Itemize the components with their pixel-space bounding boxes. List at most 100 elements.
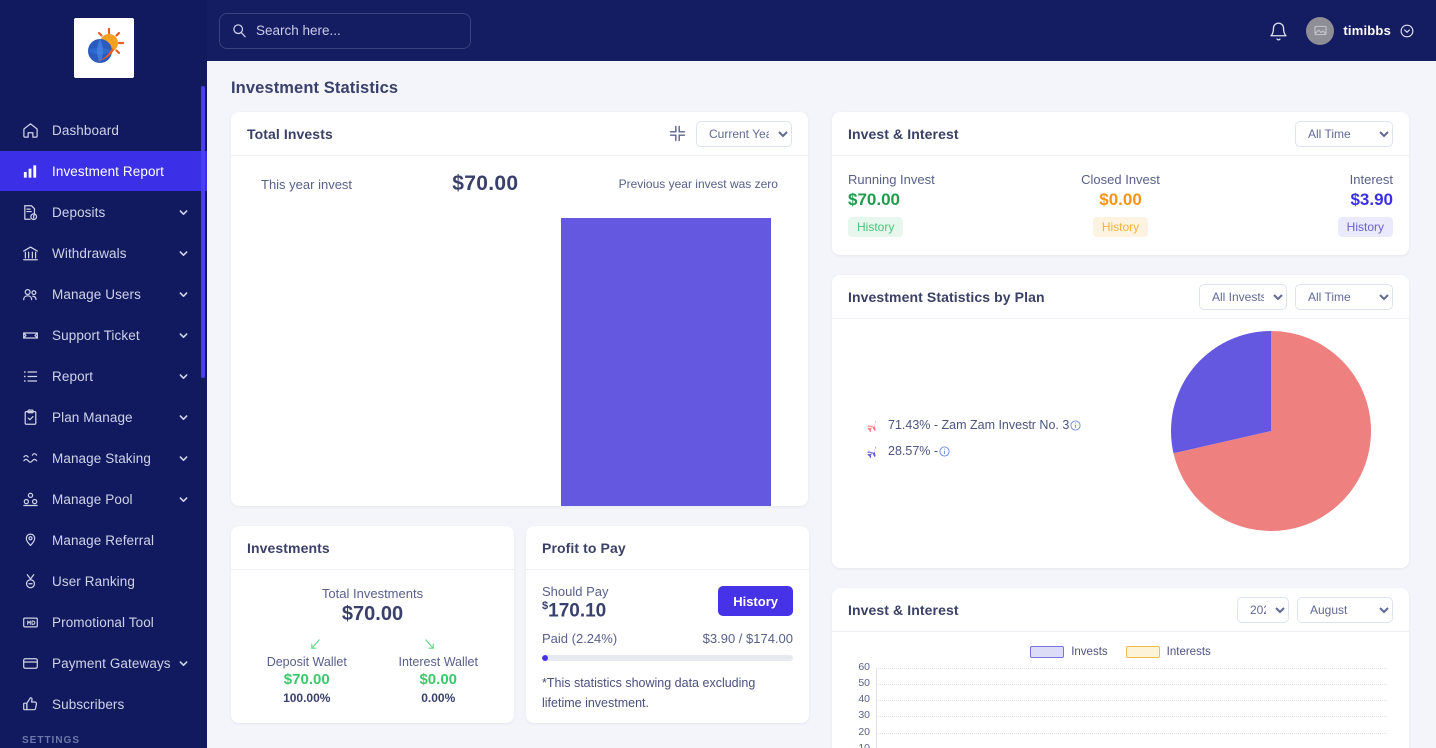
sidebar-item-support-ticket[interactable]: Support Ticket	[0, 315, 207, 355]
sidebar-item-payment-gateways[interactable]: Payment Gateways	[0, 643, 207, 683]
info-circle-icon[interactable]	[1070, 419, 1081, 431]
chevron-down-icon[interactable]	[178, 371, 189, 382]
paid-label: Paid (2.24%)	[542, 631, 618, 647]
chart-y-tick-label: 40	[858, 693, 870, 706]
sidebar-item-label: Dashboard	[52, 122, 119, 138]
chart-month-select[interactable]: JanuaryFebruaryMarchAprilMayJuneJulyAugu…	[1297, 596, 1393, 623]
chart-legend-item-invests[interactable]: Invests	[1030, 646, 1108, 658]
chevron-down-circle-icon[interactable]	[1400, 24, 1414, 38]
user-menu[interactable]: timibbs	[1306, 16, 1414, 45]
card-header: Invest & Interest 202420232022 JanuaryFe…	[832, 588, 1409, 632]
chart-gridline	[876, 668, 1387, 669]
search-icon	[232, 23, 247, 38]
trend-arrows	[259, 638, 486, 651]
sidebar-scrollbar-thumb[interactable]	[201, 86, 205, 378]
plan-invest-filter-select[interactable]: All InvestsRunning InvestsClosed Invests	[1199, 283, 1287, 310]
chart-gridline	[876, 684, 1387, 686]
chevron-down-icon[interactable]	[178, 494, 189, 505]
search-box[interactable]	[219, 12, 471, 49]
stat-label: Running Invest	[848, 172, 935, 187]
card-icon	[22, 654, 44, 672]
chevron-down-icon[interactable]	[178, 412, 189, 423]
bar-chart-icon	[22, 162, 44, 180]
pie-chart-svg	[1171, 331, 1371, 531]
left-column: Total Invests Current YearLast YearAll T…	[231, 112, 809, 743]
sidebar-item-manage-pool[interactable]: Manage Pool	[0, 479, 207, 519]
chevron-down-icon[interactable]	[178, 453, 189, 464]
chart-legend-item-interests[interactable]: Interests	[1125, 646, 1211, 658]
sidebar-item-label: Report	[52, 368, 94, 384]
invest-interest-chart-body: Invests Interests 60 50 40 30 20 10	[832, 632, 1409, 748]
card-header: Invest & Interest All TimeTodayThis Mont…	[832, 112, 1409, 156]
pie-legend-item[interactable]: 71.43% - Zam Zam Investr No. 3	[864, 418, 1150, 433]
chevron-down-icon[interactable]	[178, 207, 189, 218]
right-column: Invest & Interest All TimeTodayThis Mont…	[832, 112, 1409, 748]
sidebar-item-plan-manage[interactable]: Plan Manage	[0, 397, 207, 437]
plan-time-filter-select[interactable]: All TimeTodayThis Month	[1295, 283, 1393, 310]
sidebar-item-withdrawals[interactable]: Withdrawals	[0, 233, 207, 273]
compress-icon[interactable]	[669, 125, 686, 142]
total-invests-bar[interactable]	[561, 218, 771, 506]
chevron-down-icon[interactable]	[178, 330, 189, 341]
chevron-down-icon[interactable]	[178, 289, 189, 300]
chevron-down-icon[interactable]	[178, 248, 189, 259]
sidebar-item-investment-report[interactable]: Investment Report	[0, 151, 207, 191]
sidebar-item-dashboard[interactable]: Dashboard	[0, 110, 207, 150]
chart-year-select[interactable]: 202420232022	[1237, 596, 1289, 623]
chevron-down-icon[interactable]	[178, 658, 189, 669]
username-label: timibbs	[1343, 23, 1391, 38]
should-pay-amount: 170.10	[548, 600, 607, 622]
stat-history-badge[interactable]: History	[848, 217, 904, 237]
chart-y-axis	[876, 668, 877, 748]
sidebar-item-manage-staking[interactable]: Manage Staking	[0, 438, 207, 478]
stat-running-invest: Running Invest $70.00 History	[848, 172, 1030, 237]
total-invests-period-select[interactable]: Current YearLast YearAll Time	[696, 120, 792, 147]
sidebar-item-label: Support Ticket	[52, 327, 140, 343]
total-investments-value: $70.00	[341, 603, 404, 625]
sidebar-item-label: Manage Staking	[52, 450, 151, 466]
plan-pie-body: 71.43% - Zam Zam Investr No. 3 28.57% -	[832, 319, 1409, 568]
chart-gridline	[876, 700, 1387, 702]
invest-interest-period-select[interactable]: All TimeTodayThis Month	[1295, 120, 1393, 147]
home-icon	[22, 121, 44, 139]
sidebar-item-promotional-tool[interactable]: Promotional Tool	[0, 602, 207, 642]
pie-legend-text: 71.43% - Zam Zam Investr No. 3	[888, 418, 1070, 432]
sidebar-item-deposits[interactable]: Deposits	[0, 192, 207, 232]
sidebar-item-report[interactable]: Report	[0, 356, 207, 396]
sidebar-item-manage-users[interactable]: Manage Users	[0, 274, 207, 314]
lower-left-row: Investments Total Investments $70.00 Dep…	[231, 526, 809, 743]
logo-container[interactable]	[0, 0, 207, 96]
sidebar-item-manage-referral[interactable]: Manage Referral	[0, 520, 207, 560]
sidebar-item-label: Manage Referral	[52, 532, 155, 548]
wallet-item: Interest Wallet $0.00 0.00%	[373, 655, 505, 705]
content-area: Investment Statistics Total Invests Curr…	[207, 61, 1436, 748]
chart-gridline	[876, 732, 1387, 734]
legend-swatch-interests	[1125, 646, 1160, 658]
card-header: Investment Statistics by Plan All Invest…	[832, 275, 1409, 319]
sidebar-item-label: Subscribers	[52, 696, 125, 712]
stat-value: $3.90	[1350, 190, 1394, 209]
wallet-value: $0.00	[419, 671, 458, 688]
stat-label: Interest	[1349, 172, 1394, 187]
search-input[interactable]	[256, 23, 458, 38]
card-title: Investments	[247, 539, 330, 556]
app-logo	[73, 18, 134, 78]
bell-icon[interactable]	[1269, 21, 1288, 41]
stat-history-badge[interactable]: History	[1092, 217, 1149, 237]
sidebar-item-subscribers[interactable]: Subscribers	[0, 684, 207, 724]
arrow-down-trend-icon	[423, 638, 436, 651]
stat-interest: Interest $3.90 History	[1211, 172, 1394, 237]
plan-pie-chart[interactable]	[1169, 329, 1373, 538]
sidebar-item-label: Plan Manage	[52, 409, 133, 425]
card-title: Investment Statistics by Plan	[848, 288, 1045, 305]
invest-interest-chart-card: Invest & Interest 202420232022 JanuaryFe…	[832, 588, 1409, 748]
invest-interest-stats-card: Invest & Interest All TimeTodayThis Mont…	[832, 112, 1409, 255]
info-circle-icon[interactable]	[939, 445, 950, 457]
sidebar-item-label: Payment Gateways	[52, 655, 171, 671]
stat-history-badge[interactable]: History	[1337, 217, 1394, 237]
stat-closed-invest: Closed Invest $0.00 History	[1030, 172, 1212, 237]
sidebar-item-user-ranking[interactable]: User Ranking	[0, 561, 207, 601]
profit-history-button[interactable]: History	[718, 586, 793, 616]
pie-legend-item[interactable]: 28.57% -	[864, 444, 1150, 459]
sidebar-item-label: Investment Report	[52, 163, 165, 179]
